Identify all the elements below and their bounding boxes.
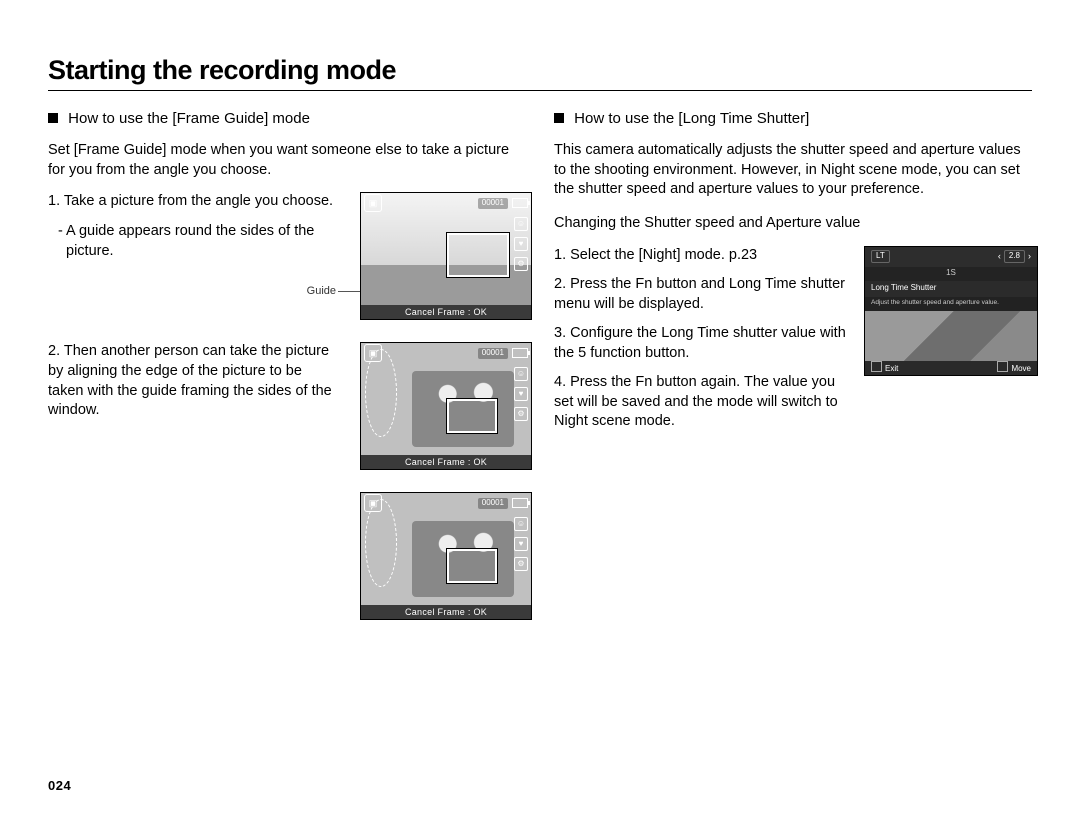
lcd-side-icons: ☺♥⚙ xyxy=(514,517,528,571)
lt-preview xyxy=(865,311,1037,361)
frame-guide-box xyxy=(447,233,509,277)
frame-guide-step1-sub: - A guide appears round the sides of the… xyxy=(66,222,338,261)
lt-shutter-value: 1S xyxy=(865,267,1037,281)
lcd-side-icons: ☺♥⚙ xyxy=(514,367,528,421)
exit-icon xyxy=(871,361,882,372)
frame-guide-heading-text: How to use the [Frame Guide] mode xyxy=(68,110,310,127)
long-time-shutter-heading-text: How to use the [Long Time Shutter] xyxy=(574,110,809,127)
lt-step3: 3. Configure the Long Time shutter value… xyxy=(554,324,854,363)
move-icon xyxy=(997,361,1008,372)
lt-step4: 4. Press the Fn button again. The value … xyxy=(554,373,854,432)
lt-screen-figure: LT ‹ 2.8 › 1S Long Time Shutter Adjust t… xyxy=(864,246,1038,376)
guide-callout-line xyxy=(338,291,362,292)
lt-aperture-left-arrow-icon: ‹ xyxy=(998,250,1001,262)
frame-guide-heading: How to use the [Frame Guide] mode xyxy=(48,109,526,129)
long-time-shutter-intro: This camera automatically adjusts the sh… xyxy=(554,141,1032,200)
long-time-shutter-heading: How to use the [Long Time Shutter] xyxy=(554,109,1032,129)
title-rule xyxy=(48,90,1032,91)
frame-guide-step2: 2. Then another person can take the pict… xyxy=(48,342,338,420)
lt-badge: LT xyxy=(871,250,890,263)
lcd-figure-3: ▣ 00001 ☺♥⚙ Cancel Frame : OK xyxy=(360,492,532,620)
guide-dashed-left xyxy=(365,349,397,437)
lcd-bottom-bar: Cancel Frame : OK xyxy=(361,305,531,319)
lcd-bottom-bar: Cancel Frame : OK xyxy=(361,455,531,469)
lcd-figure-2: ▣ 00001 ☺♥⚙ Cancel Frame : OK xyxy=(360,342,532,470)
frame-guide-box xyxy=(447,549,497,583)
battery-icon xyxy=(512,198,528,208)
lt-aperture-value: 2.8 xyxy=(1004,250,1025,263)
page-number: 024 xyxy=(48,778,71,793)
lcd-side-icons: ☺♥⚙ xyxy=(514,217,528,271)
lt-aperture-right-arrow-icon: › xyxy=(1028,250,1031,262)
lt-exit-label: Exit xyxy=(885,364,898,373)
mode-icon: ▣ xyxy=(364,194,382,212)
page-title: Starting the recording mode xyxy=(48,55,1032,86)
lt-move-label: Move xyxy=(1011,364,1031,373)
frame-guide-intro: Set [Frame Guide] mode when you want som… xyxy=(48,141,526,180)
bullet-square-icon xyxy=(48,113,58,123)
lt-step1: 1. Select the [Night] mode. p.23 xyxy=(554,246,854,266)
lcd-figure-1: ▣ 00001 ☺♥⚙ Cancel Frame : OK xyxy=(360,192,532,320)
shot-counter: 00001 xyxy=(478,348,508,359)
lt-menu-label: Long Time Shutter xyxy=(865,281,1037,297)
shot-counter: 00001 xyxy=(478,198,508,209)
battery-icon xyxy=(512,498,528,508)
lt-step2: 2. Press the Fn button and Long Time shu… xyxy=(554,275,854,314)
battery-icon xyxy=(512,348,528,358)
shot-counter: 00001 xyxy=(478,498,508,509)
frame-guide-box xyxy=(447,399,497,433)
lt-subheading: Changing the Shutter speed and Aperture … xyxy=(554,214,1032,234)
frame-guide-step1: 1. Take a picture from the angle you cho… xyxy=(48,192,338,212)
guide-callout-label: Guide xyxy=(276,284,336,299)
lcd-bottom-bar: Cancel Frame : OK xyxy=(361,605,531,619)
bullet-square-icon xyxy=(554,113,564,123)
guide-dashed-left xyxy=(365,499,397,587)
lt-hint-text: Adjust the shutter speed and aperture va… xyxy=(865,297,1037,311)
